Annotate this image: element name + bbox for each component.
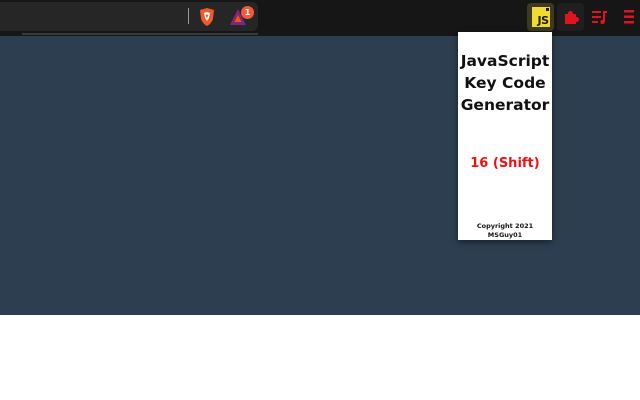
js-extension-button[interactable]: JS	[527, 3, 554, 31]
popup-title-line: Key Code	[464, 74, 546, 92]
brave-shield-icon[interactable]	[198, 7, 216, 27]
extensions-button[interactable]	[557, 3, 584, 31]
copyright-line: Copyright 2021	[476, 222, 534, 230]
browser-toolbar: 1 JS	[0, 0, 640, 36]
popup-title-line: JavaScript	[460, 52, 550, 70]
playlist-icon[interactable]	[592, 9, 608, 25]
popup-title: JavaScript Key Code Generator	[458, 50, 552, 116]
rewards-badge: 1	[241, 6, 254, 19]
extensions-puzzle-icon	[564, 11, 579, 24]
js-extension-icon: JS	[531, 7, 550, 27]
copyright-author: MSGuy01	[487, 231, 523, 239]
keycode-output: 16 (Shift)	[470, 156, 540, 171]
address-bar[interactable]	[0, 2, 258, 31]
popup-title-line: Generator	[460, 96, 550, 114]
extension-popup: JavaScript Key Code Generator 16 (Shift)…	[458, 32, 552, 240]
address-scrollbar	[22, 33, 258, 35]
address-divider	[188, 8, 189, 24]
js-logo-text: JS	[537, 14, 549, 27]
menu-icon[interactable]	[624, 9, 634, 25]
page-lower-area	[0, 315, 640, 400]
copyright-text: Copyright 2021 MSGuy01	[458, 222, 552, 240]
